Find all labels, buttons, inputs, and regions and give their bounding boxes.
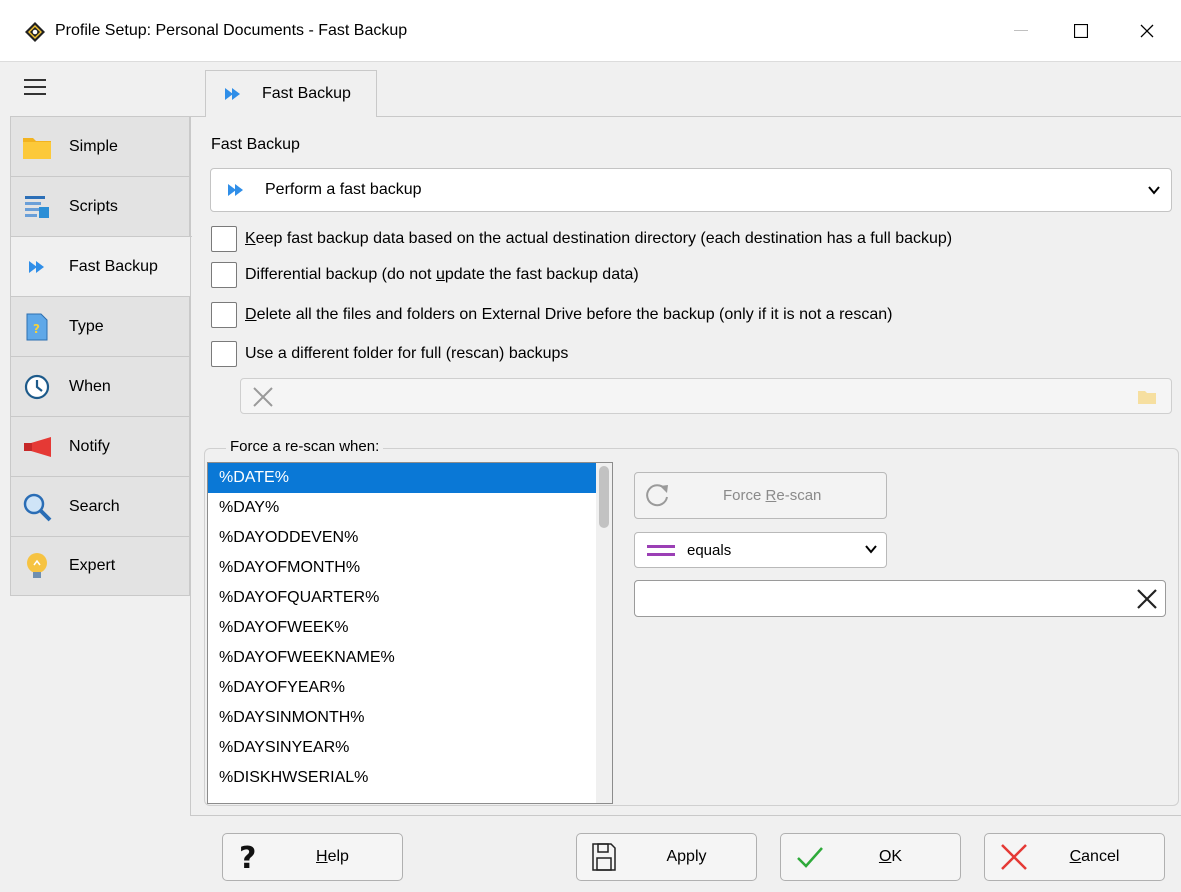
- ok-button[interactable]: OK: [780, 833, 961, 881]
- list-item[interactable]: %DAYSINMONTH%: [208, 703, 596, 733]
- folder-browse-icon[interactable]: [1137, 389, 1157, 405]
- variables-listbox[interactable]: %DATE% %DAY% %DAYODDEVEN% %DAYOFMONTH% %…: [207, 462, 613, 804]
- maximize-icon: [1074, 24, 1088, 38]
- force-rescan-button[interactable]: Force Re-scan: [634, 472, 887, 519]
- force-rescan-label: Force Re-scan: [723, 487, 822, 504]
- sidebar-item-label: Notify: [69, 437, 110, 455]
- sidebar-item-notify[interactable]: Notify: [10, 416, 190, 476]
- sidebar-item-when[interactable]: When: [10, 356, 190, 416]
- svg-text:?: ?: [33, 322, 40, 336]
- rescan-folder-input[interactable]: [240, 378, 1172, 414]
- checkbox-delete-all-files[interactable]: Delete all the files and folders on Exte…: [211, 300, 892, 330]
- scrollbar-thumb[interactable]: [599, 466, 609, 528]
- help-label: Help: [316, 848, 349, 865]
- apply-label: Apply: [666, 848, 707, 865]
- refresh-icon: [646, 484, 668, 507]
- sidebar-item-label: Search: [69, 497, 120, 515]
- rescan-value-input[interactable]: [634, 580, 1166, 617]
- fast-forward-icon: [228, 184, 243, 196]
- list-item[interactable]: %DAYODDEVEN%: [208, 523, 596, 553]
- help-file-icon: ?: [21, 311, 53, 343]
- scripts-icon: [21, 191, 53, 223]
- chevron-down-icon: [1148, 186, 1160, 195]
- clear-icon[interactable]: [251, 385, 275, 409]
- sidebar-item-label: Type: [69, 317, 104, 335]
- fast-backup-mode-value: Perform a fast backup: [265, 181, 422, 198]
- sidebar-item-label: Expert: [69, 557, 116, 574]
- chevron-down-icon: [865, 545, 877, 554]
- list-item[interactable]: %DAY%: [208, 493, 596, 523]
- folder-icon: [21, 131, 53, 163]
- fast-backup-label: Fast Backup: [211, 136, 300, 153]
- equals-icon: [647, 545, 675, 556]
- list-item[interactable]: %DAYOFMONTH%: [208, 553, 596, 583]
- scrollbar[interactable]: [596, 463, 612, 803]
- sidebar-item-scripts[interactable]: Scripts: [10, 176, 190, 236]
- sidebar-item-label: Simple: [69, 137, 118, 155]
- ok-label: OK: [878, 848, 903, 865]
- fast-backup-mode-select[interactable]: Perform a fast backup: [210, 168, 1172, 212]
- tab-fast-backup[interactable]: Fast Backup: [205, 70, 377, 117]
- sidebar-item-fast-backup[interactable]: Fast Backup: [10, 236, 192, 296]
- magnifier-icon: [21, 491, 53, 523]
- checkbox-label: Delete all the files and folders on Exte…: [245, 306, 893, 323]
- sidebar-item-expert[interactable]: Expert: [10, 536, 190, 596]
- menu-hamburger-icon[interactable]: [24, 79, 46, 95]
- checkbox[interactable]: [211, 302, 237, 328]
- bottom-divider: [190, 815, 1181, 816]
- tab-label: Fast Backup: [262, 85, 351, 102]
- checkbox-label: Differential backup (do not update the f…: [245, 266, 639, 283]
- sidebar-item-search[interactable]: Search: [10, 476, 190, 536]
- list-item[interactable]: %DAYSINYEAR%: [208, 733, 596, 763]
- checkbox[interactable]: [211, 226, 237, 252]
- apply-button[interactable]: Apply: [576, 833, 757, 881]
- checkbox-keep-fast-backup-data[interactable]: Keep fast backup data based on the actua…: [211, 224, 952, 254]
- close-button[interactable]: [1114, 0, 1180, 62]
- sidebar-item-label: Scripts: [69, 197, 118, 215]
- sidebar-item-label: Fast Backup: [69, 257, 158, 275]
- list-item[interactable]: %DAYOFQUARTER%: [208, 583, 596, 613]
- clock-icon: [21, 371, 53, 403]
- list-item[interactable]: %DAYOFWEEKNAME%: [208, 643, 596, 673]
- cancel-label: Cancel: [1069, 848, 1120, 865]
- operator-value: equals: [687, 542, 732, 559]
- list-item[interactable]: %DAYOFYEAR%: [208, 673, 596, 703]
- list-item[interactable]: %DAYOFWEEK%: [208, 613, 596, 643]
- list-item[interactable]: %DATE%: [208, 463, 596, 493]
- checkbox-label: Use a different folder for full (rescan)…: [245, 345, 569, 362]
- sidebar-item-type[interactable]: ? Type: [10, 296, 190, 356]
- tab-divider: [190, 116, 205, 117]
- app-logo-icon: [25, 22, 45, 42]
- window-title: Profile Setup: Personal Documents - Fast…: [55, 22, 408, 39]
- sidebar-item-label: When: [69, 377, 111, 395]
- checkbox-differential-backup[interactable]: Differential backup (do not update the f…: [211, 260, 639, 290]
- maximize-button[interactable]: [1048, 0, 1114, 62]
- checkbox[interactable]: [211, 341, 237, 367]
- operator-select[interactable]: equals: [634, 532, 887, 568]
- title-bar: Profile Setup: Personal Documents - Fast…: [0, 0, 1181, 62]
- cancel-button[interactable]: Cancel: [984, 833, 1165, 881]
- sidebar-item-simple[interactable]: Simple: [10, 116, 190, 176]
- lightbulb-icon: [21, 550, 53, 582]
- megaphone-icon: [21, 431, 53, 463]
- checkbox-label: Keep fast backup data based on the actua…: [245, 230, 953, 247]
- tab-divider: [377, 116, 1181, 117]
- sidebar: Simple Scripts Fast Backup ? Type When N…: [10, 116, 192, 596]
- minimize-icon: [1014, 30, 1028, 31]
- fast-forward-icon: [225, 88, 240, 100]
- help-button[interactable]: ? Help: [222, 833, 403, 881]
- list-item[interactable]: %DISKHWSERIAL%: [208, 763, 596, 793]
- checkbox-different-folder-rescan[interactable]: Use a different folder for full (rescan)…: [211, 339, 568, 369]
- checkbox[interactable]: [211, 262, 237, 288]
- force-rescan-legend: Force a re-scan when:: [226, 438, 384, 455]
- fast-forward-icon: [21, 251, 53, 283]
- clear-icon[interactable]: [1135, 587, 1159, 611]
- close-icon: [1140, 24, 1154, 38]
- minimize-button[interactable]: [988, 0, 1054, 62]
